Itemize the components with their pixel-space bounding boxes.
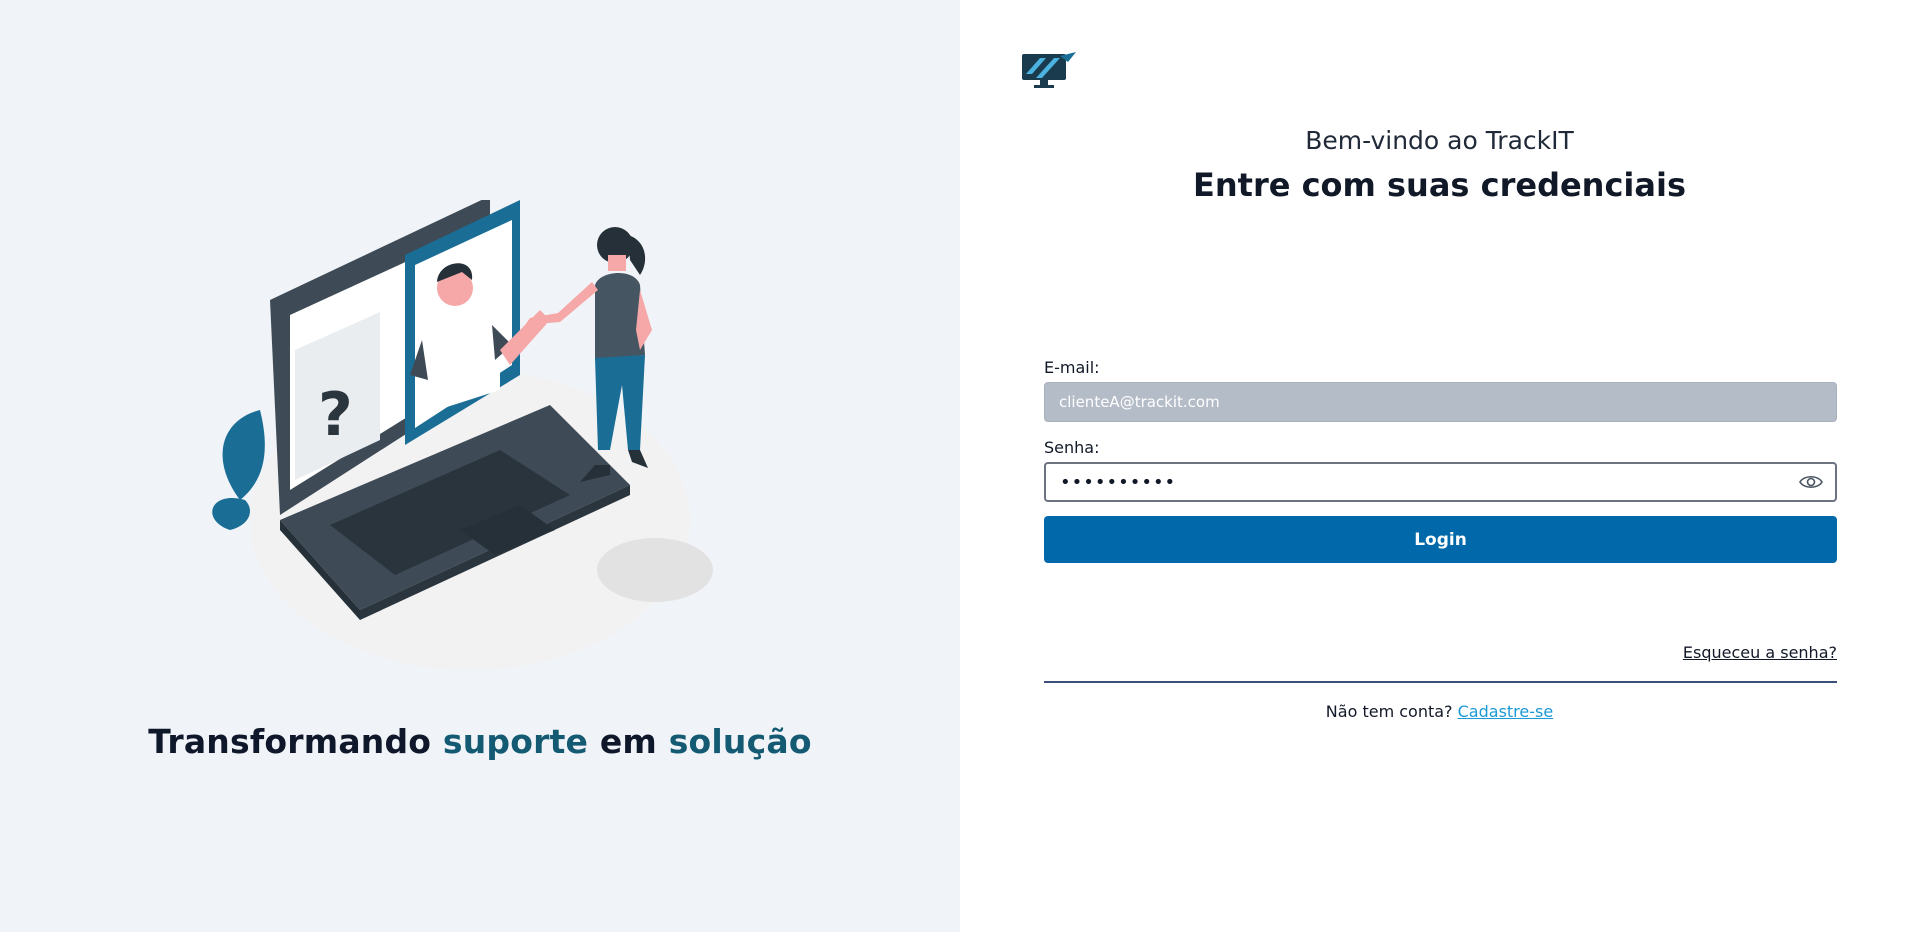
left-panel: ? Transformando suporte em solução: [0, 0, 960, 932]
right-panel: Bem-vindo ao TrackIT Entre com suas cred…: [960, 0, 1919, 932]
signup-row: Não tem conta? Cadastre-se: [960, 702, 1919, 721]
tagline-part-1: Transformando: [148, 722, 443, 761]
page-title: Entre com suas credenciais: [1193, 166, 1686, 204]
login-form: E-mail: clienteA@trackit.com Senha: ••••…: [1044, 358, 1837, 563]
signup-prompt: Não tem conta?: [1325, 702, 1458, 721]
support-illustration: ?: [212, 200, 713, 670]
forgot-password-link[interactable]: Esqueceu a senha?: [1683, 643, 1837, 662]
eye-icon[interactable]: [1799, 473, 1823, 491]
hero-tagline: Transformando suporte em solução: [0, 722, 960, 761]
welcome-text: Bem-vindo ao TrackIT: [1305, 126, 1574, 155]
password-label: Senha:: [1044, 438, 1100, 457]
email-label: E-mail:: [1044, 358, 1100, 377]
email-field[interactable]: clienteA@trackit.com: [1044, 382, 1837, 422]
svg-text:?: ?: [318, 380, 353, 450]
trackit-logo-icon: [1022, 52, 1076, 88]
login-button[interactable]: Login: [1044, 516, 1837, 563]
divider: [1044, 681, 1837, 683]
email-value: clienteA@trackit.com: [1059, 393, 1220, 411]
password-field[interactable]: ••••••••••: [1044, 462, 1837, 502]
tagline-accent-solucao: solução: [668, 722, 812, 761]
password-value: ••••••••••: [1060, 471, 1177, 493]
tagline-part-3: em: [588, 722, 669, 761]
signup-link[interactable]: Cadastre-se: [1458, 702, 1554, 721]
tagline-accent-suporte: suporte: [442, 722, 589, 761]
